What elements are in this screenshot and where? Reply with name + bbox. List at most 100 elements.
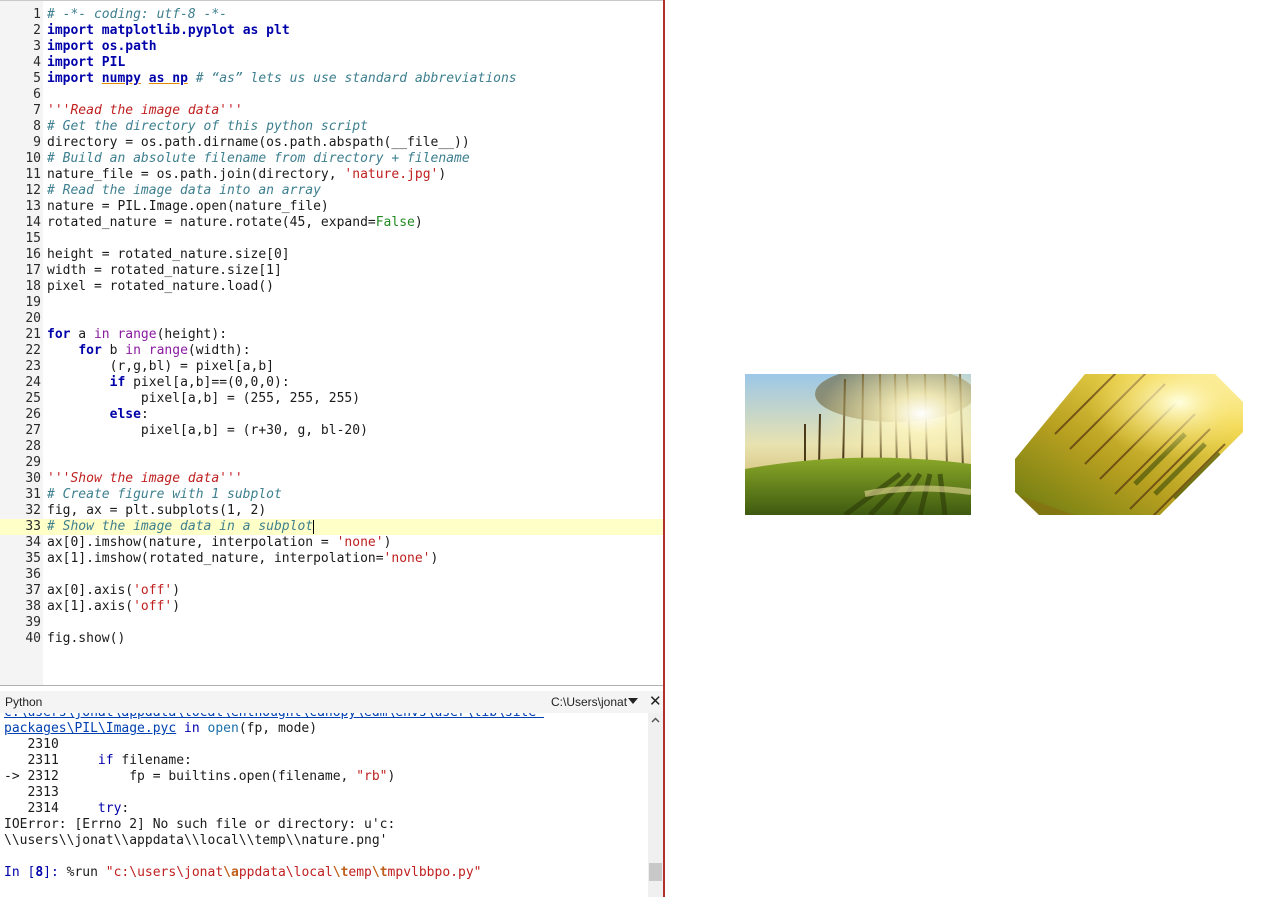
code-line[interactable]: 19	[0, 295, 663, 311]
code-line[interactable]: 25 pixel[a,b] = (255, 255, 255)	[0, 391, 663, 407]
code-line[interactable]: 24 if pixel[a,b]==(0,0,0):	[0, 375, 663, 391]
code-line[interactable]: 20	[0, 311, 663, 327]
shell-working-directory[interactable]: C:\Users\jonat	[551, 695, 627, 709]
code-line[interactable]: 39	[0, 615, 663, 631]
code-line[interactable]: 3 import os.path	[0, 39, 663, 55]
close-icon[interactable]: ✕	[649, 692, 662, 710]
code-line[interactable]: 38 ax[1].axis('off')	[0, 599, 663, 615]
code-text[interactable]: height = rotated_nature.size[0]	[47, 247, 290, 263]
code-text[interactable]: # -*- coding: utf-8 -*-	[47, 7, 227, 23]
code-text[interactable]: # Create figure with 1 subplot	[47, 487, 282, 503]
line-number: 12	[25, 183, 41, 198]
code-text[interactable]: (r,g,bl) = pixel[a,b]	[47, 359, 274, 375]
code-line[interactable]: 16 height = rotated_nature.size[0]	[0, 247, 663, 263]
code-line[interactable]: 5 import numpy as np # “as” lets us use s…	[0, 71, 663, 87]
code-text[interactable]: import matplotlib.pyplot as plt	[47, 23, 290, 39]
code-text[interactable]: if pixel[a,b]==(0,0,0):	[47, 375, 290, 391]
code-text[interactable]: fig.show()	[47, 631, 125, 647]
pane-splitter[interactable]	[663, 0, 665, 897]
code-text[interactable]: import os.path	[47, 39, 157, 55]
shell-prompt-line[interactable]: In [8]: %run "c:\users\jonat\appdata\loc…	[4, 865, 481, 881]
line-number: 36	[25, 567, 41, 582]
code-line[interactable]: 34 ax[0].imshow(nature, interpolation = '…	[0, 535, 663, 551]
shell-output-line: IOError: [Errno 2] No such file or direc…	[4, 817, 396, 832]
shell-output-line: -> 2312 fp = builtins.open(filename, "rb…	[4, 769, 396, 784]
editor-divider	[0, 685, 663, 686]
code-line[interactable]: 15	[0, 231, 663, 247]
code-line[interactable]: 28	[0, 439, 663, 455]
code-line[interactable]: 36	[0, 567, 663, 583]
code-text[interactable]: ax[1].axis('off')	[47, 599, 180, 615]
line-number: 17	[25, 263, 41, 278]
line-number: 29	[25, 455, 41, 470]
code-text[interactable]: for b in range(width):	[47, 343, 250, 359]
code-line[interactable]: 22 for b in range(width):	[0, 343, 663, 359]
code-line[interactable]: 9 directory = os.path.dirname(os.path.abs…	[0, 135, 663, 151]
code-line[interactable]: 23 (r,g,bl) = pixel[a,b]	[0, 359, 663, 375]
code-line[interactable]: 14 rotated_nature = nature.rotate(45, exp…	[0, 215, 663, 231]
scroll-up-icon[interactable]	[650, 715, 661, 726]
code-line[interactable]: 12 # Read the image data into an array	[0, 183, 663, 199]
code-line[interactable]: 32 fig, ax = plt.subplots(1, 2)	[0, 503, 663, 519]
code-lines[interactable]: 1 # -*- coding: utf-8 -*- 2 import matplotl…	[0, 7, 663, 647]
code-line[interactable]: 18 pixel = rotated_nature.load()	[0, 279, 663, 295]
code-text[interactable]: import PIL	[47, 55, 125, 71]
code-text[interactable]: pixel[a,b] = (255, 255, 255)	[47, 391, 360, 407]
code-line[interactable]: 2 import matplotlib.pyplot as plt	[0, 23, 663, 39]
line-number: 22	[25, 343, 41, 358]
code-line[interactable]: 7 '''Read the image data'''	[0, 103, 663, 119]
code-text[interactable]: ax[1].imshow(rotated_nature, interpolati…	[47, 551, 438, 567]
code-text[interactable]: nature_file = os.path.join(directory, 'n…	[47, 167, 446, 183]
code-line[interactable]: 6	[0, 87, 663, 103]
line-number: 5	[33, 71, 41, 86]
code-text[interactable]: # Get the directory of this python scrip…	[47, 119, 368, 135]
code-line[interactable]: 17 width = rotated_nature.size[1]	[0, 263, 663, 279]
code-line[interactable]: 1 # -*- coding: utf-8 -*-	[0, 7, 663, 23]
code-text[interactable]: # Build an absolute filename from direct…	[47, 151, 470, 167]
code-line[interactable]: 27 pixel[a,b] = (r+30, g, bl-20)	[0, 423, 663, 439]
code-line[interactable]: 4 import PIL	[0, 55, 663, 71]
code-line[interactable]: 40 fig.show()	[0, 631, 663, 647]
code-text[interactable]: import numpy as np # “as” lets us use st…	[47, 71, 517, 87]
chevron-down-icon[interactable]	[627, 695, 639, 707]
shell-output-line: c:\users\jonat\appdata\local\enthought\c…	[4, 713, 544, 721]
code-line[interactable]: 8 # Get the directory of this python scri…	[0, 119, 663, 135]
code-editor[interactable]: 1 # -*- coding: utf-8 -*- 2 import matplotl…	[0, 0, 663, 686]
code-line[interactable]: 13 nature = PIL.Image.open(nature_file)	[0, 199, 663, 215]
code-line[interactable]: 11 nature_file = os.path.join(directory, …	[0, 167, 663, 183]
scrollbar-thumb[interactable]	[649, 863, 662, 881]
shell-scrollbar[interactable]	[648, 713, 663, 897]
code-text[interactable]: rotated_nature = nature.rotate(45, expan…	[47, 215, 423, 231]
line-number: 33	[25, 519, 41, 534]
code-line[interactable]: 26 else:	[0, 407, 663, 423]
code-text[interactable]: fig, ax = plt.subplots(1, 2)	[47, 503, 266, 519]
line-number: 18	[25, 279, 41, 294]
code-text[interactable]: ax[0].imshow(nature, interpolation = 'no…	[47, 535, 391, 551]
shell-output-line: 2310	[4, 737, 59, 752]
code-text[interactable]: '''Read the image data'''	[47, 103, 243, 119]
code-line[interactable]: 31 # Create figure with 1 subplot	[0, 487, 663, 503]
code-line[interactable]: 30 '''Show the image data'''	[0, 471, 663, 487]
code-line[interactable]: 33 # Show the image data in a subplot	[0, 519, 663, 535]
code-text[interactable]: for a in range(height):	[47, 327, 227, 343]
code-text[interactable]: # Read the image data into an array	[47, 183, 321, 199]
code-line[interactable]: 35 ax[1].imshow(rotated_nature, interpola…	[0, 551, 663, 567]
code-text[interactable]: width = rotated_nature.size[1]	[47, 263, 282, 279]
python-shell-output[interactable]: c:\users\jonat\appdata\local\enthought\c…	[0, 713, 663, 897]
code-text[interactable]: ax[0].axis('off')	[47, 583, 180, 599]
code-text[interactable]: pixel[a,b] = (r+30, g, bl-20)	[47, 423, 368, 439]
code-line[interactable]: 21 for a in range(height):	[0, 327, 663, 343]
code-text[interactable]: nature = PIL.Image.open(nature_file)	[47, 199, 329, 215]
code-text[interactable]: # Show the image data in a subplot	[47, 519, 315, 535]
code-text[interactable]: else:	[47, 407, 149, 423]
rotated-nature-image	[1015, 374, 1243, 515]
line-number: 38	[25, 599, 41, 614]
code-line[interactable]: 37 ax[0].axis('off')	[0, 583, 663, 599]
code-line[interactable]: 29	[0, 455, 663, 471]
shell-header: Python C:\Users\jonat ✕	[0, 691, 663, 713]
code-text[interactable]: '''Show the image data'''	[47, 471, 243, 487]
nature-image	[745, 374, 971, 515]
code-text[interactable]: pixel = rotated_nature.load()	[47, 279, 274, 295]
code-line[interactable]: 10 # Build an absolute filename from dire…	[0, 151, 663, 167]
code-text[interactable]: directory = os.path.dirname(os.path.absp…	[47, 135, 470, 151]
